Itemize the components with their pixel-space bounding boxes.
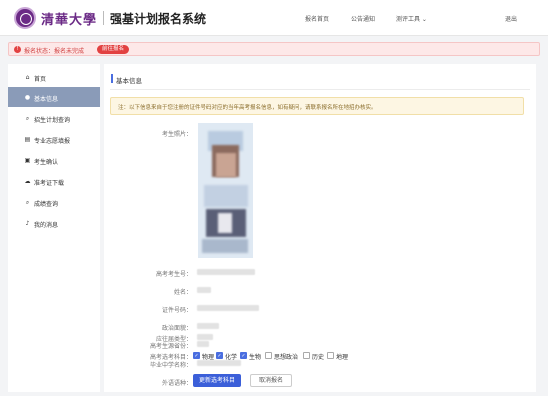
sidebar-item-enrollment-plan[interactable]: ⌕ 招生计划查询: [8, 108, 100, 128]
system-title: 强基计划报名系统: [110, 12, 207, 26]
subject-label: 物理: [202, 354, 215, 361]
info-notice: 注：以下信息来自于您注册的证件号码对应的当年高考报名信息，如有疑问，请联系报名所…: [110, 97, 524, 115]
sidebar-item-candidate-confirm[interactable]: ▣ 考生确认: [8, 150, 100, 170]
id-number-value-redacted: [197, 305, 259, 311]
logout-link[interactable]: 退出: [505, 14, 517, 23]
top-header: 清華大學 强基计划报名系统 报名首页 公告通知 测评工具 ⌄ 退出: [0, 0, 548, 36]
notice-text: 注：以下信息来自于您注册的证件号码对应的当年高考报名信息，如有疑问，请联系报名所…: [118, 105, 377, 111]
subject-label: 地理: [336, 354, 349, 361]
status-text: 报名状态：报名未完成: [24, 48, 85, 55]
nav-announcements[interactable]: 公告通知: [351, 14, 375, 23]
sidebar-item-label: 招生计划查询: [34, 117, 71, 124]
cloud-download-icon: ☁: [24, 178, 31, 185]
subject-label: 思想政治: [274, 354, 299, 361]
nav-home[interactable]: 报名首页: [305, 14, 329, 23]
origin-province-value-redacted: [197, 341, 209, 347]
search-icon: ⌕: [25, 199, 30, 206]
checkbox-unchecked-icon: [303, 352, 310, 359]
candidate-photo: [198, 123, 253, 258]
checkbox-checked-icon: ✓: [216, 352, 223, 359]
foreign-language-label: 外语语种：: [161, 380, 192, 387]
nav-assessment-tools-dropdown[interactable]: 测评工具 ⌄: [396, 14, 427, 23]
applicant-type-label: 应往届类型：: [155, 336, 192, 343]
sidebar-item-home[interactable]: ⌂ 首页: [8, 67, 100, 87]
sidebar-item-label: 成绩查询: [34, 201, 59, 208]
cancel-registration-button[interactable]: 取消报名: [250, 374, 292, 387]
university-logo-icon: [14, 7, 36, 29]
university-name: 清華大學: [41, 13, 98, 28]
exam-number-label: 高考考生号：: [155, 271, 192, 278]
sidebar-item-admission-ticket[interactable]: ☁ 准考证下载: [8, 171, 100, 191]
sidebar-item-label: 我的消息: [34, 222, 59, 229]
sidebar-item-major-preference[interactable]: ▤ 专业志愿填报: [8, 129, 100, 149]
home-icon: ⌂: [25, 74, 30, 81]
update-subjects-button[interactable]: 更新选考科目: [193, 374, 241, 387]
checkbox-unchecked-icon: [265, 352, 272, 359]
search-icon: ⌕: [25, 115, 30, 122]
sidebar-item-score-query[interactable]: ⌕ 成绩查询: [8, 192, 100, 212]
bell-icon: ♪: [25, 220, 30, 227]
applicant-type-value-redacted: [197, 334, 213, 340]
sidebar-item-label: 首页: [34, 76, 47, 83]
sidebar-item-messages[interactable]: ♪ 我的消息: [8, 213, 100, 233]
photo-label: 考生照片：: [161, 131, 192, 138]
subject-label: 历史: [312, 354, 325, 361]
sidebar-item-label: 基本信息: [34, 96, 59, 103]
political-status-label: 政治面貌：: [161, 325, 192, 332]
checkbox-checked-icon: ✓: [193, 352, 200, 359]
sidebar-item-label: 专业志愿填报: [34, 138, 71, 145]
go-register-button[interactable]: 前往报名: [97, 45, 130, 54]
section-divider: [110, 89, 530, 90]
status-alert: ! 报名状态：报名未完成 前往报名: [8, 42, 540, 56]
section-accent-bar: [111, 74, 113, 83]
subject-label: 生物: [249, 354, 262, 361]
user-icon: ●: [24, 94, 31, 101]
sidebar-item-label: 准考证下载: [34, 180, 65, 187]
id-number-label: 证件号码：: [161, 307, 192, 314]
section-title: 基本信息: [116, 77, 142, 85]
subject-label: 化学: [225, 354, 238, 361]
warning-icon: !: [14, 46, 21, 53]
checkbox-checked-icon: ✓: [240, 352, 247, 359]
name-label: 姓名：: [173, 289, 192, 296]
high-school-label: 毕业中学名称：: [149, 362, 192, 369]
checkbox-unchecked-icon: [327, 352, 334, 359]
political-status-value-redacted: [197, 323, 219, 329]
confirm-icon: ▣: [24, 157, 31, 164]
exam-number-value-redacted: [197, 269, 255, 275]
name-value-redacted: [197, 287, 211, 293]
sidebar-item-basic-info[interactable]: ● 基本信息: [8, 87, 100, 107]
sidebar: ⌂ 首页 ● 基本信息 ⌕ 招生计划查询 ▤ 专业志愿填报 ▣ 考生确认 ☁ 准…: [8, 64, 100, 392]
sidebar-item-label: 考生确认: [34, 159, 59, 166]
elective-subjects-label: 高考选考科目：: [149, 354, 192, 361]
form-icon: ▤: [24, 136, 31, 143]
header-divider: [103, 11, 104, 25]
